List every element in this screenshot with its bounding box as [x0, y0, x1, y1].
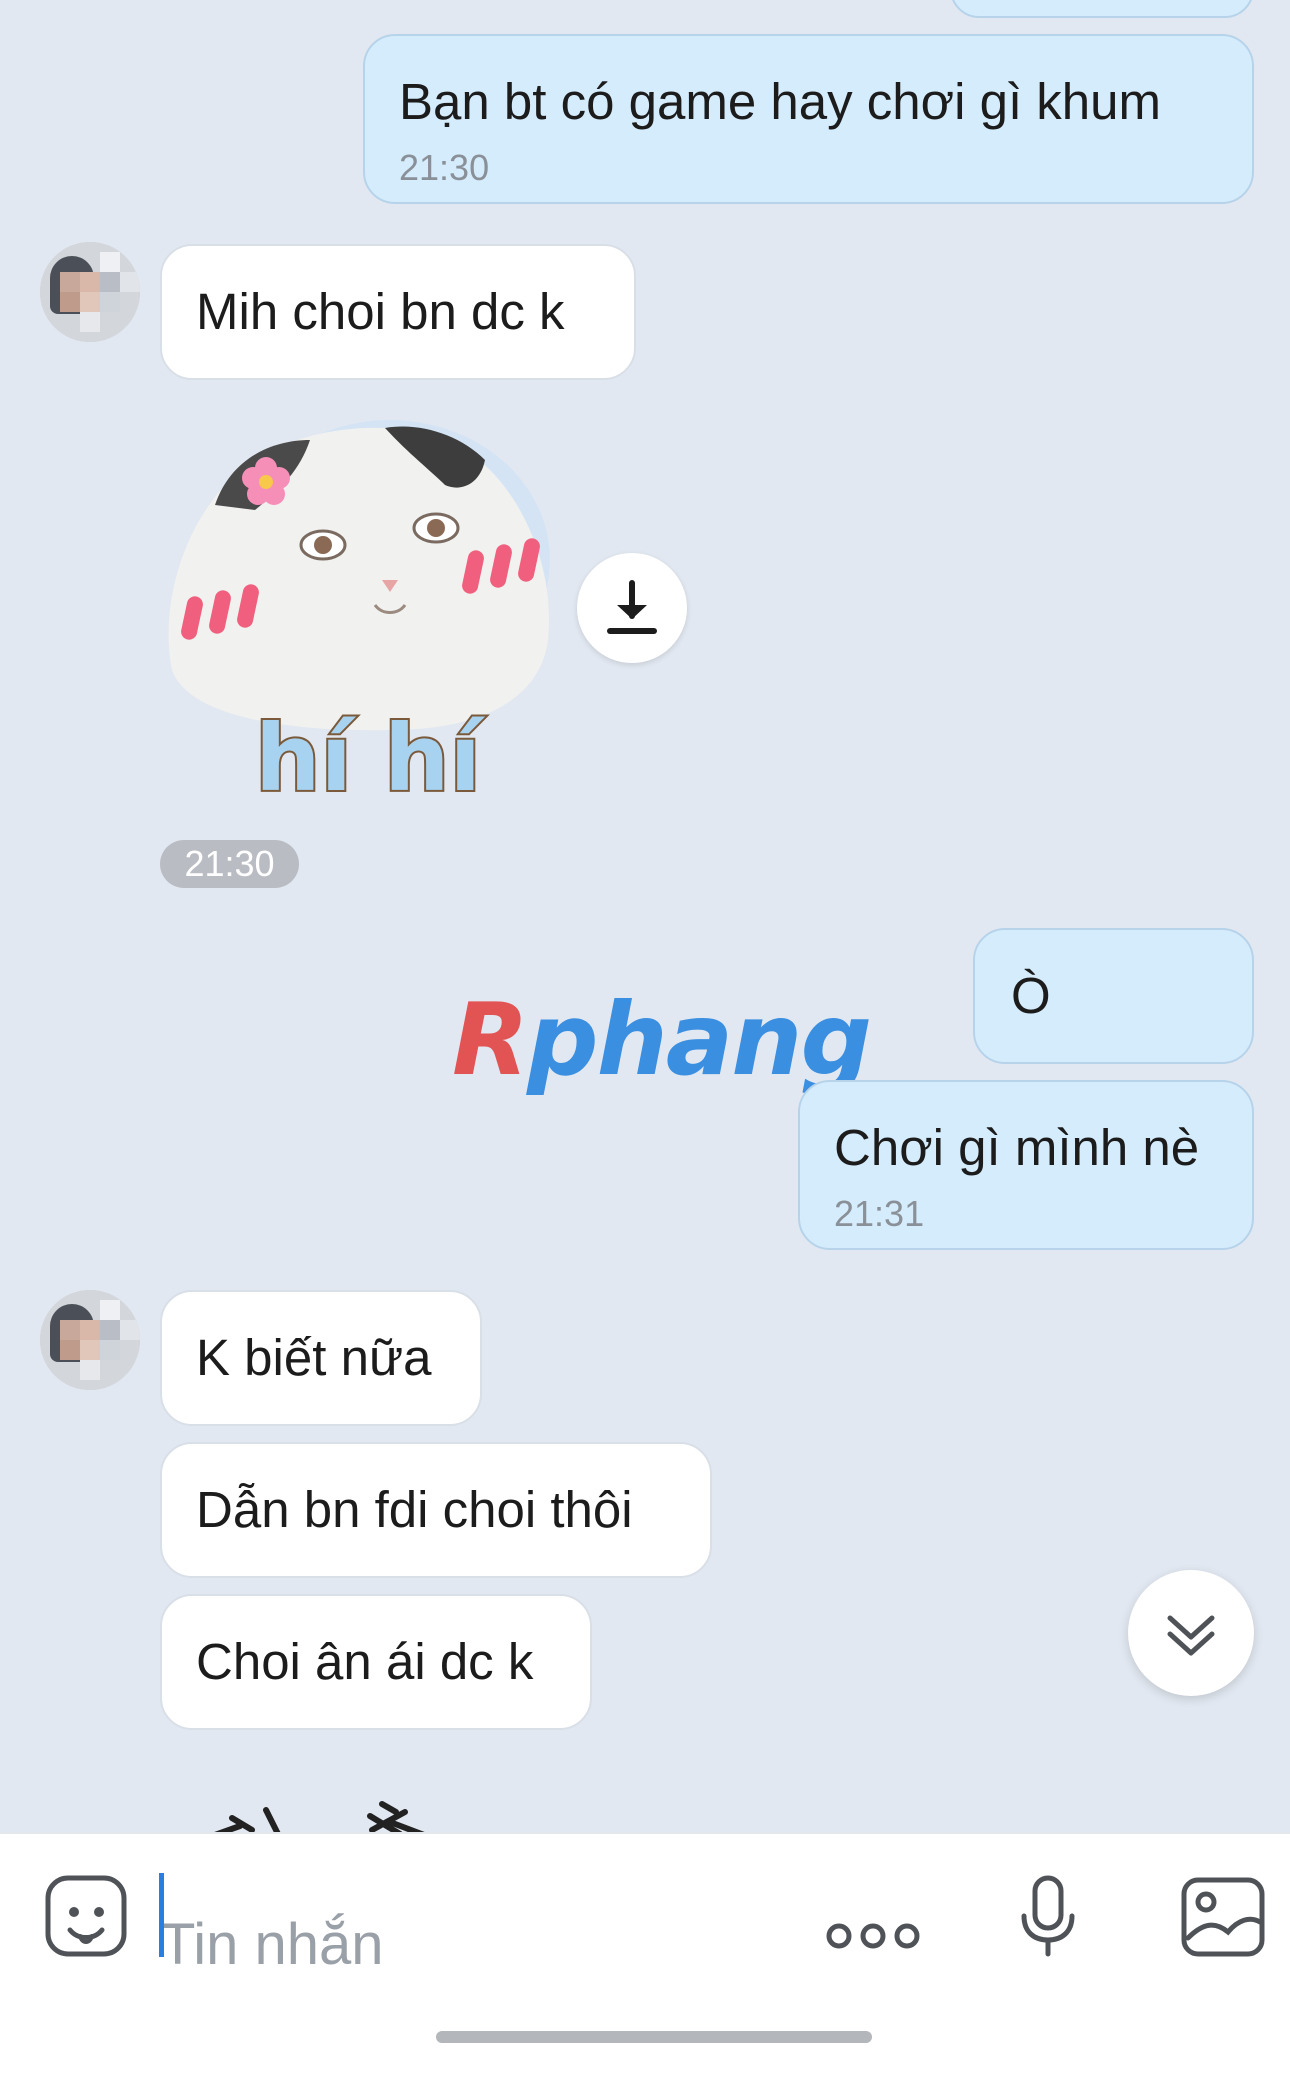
message-text: K biết nữa — [196, 1329, 432, 1386]
sticker-image[interactable]: hí hí — [160, 410, 565, 814]
message-text: Choi ân ái dc k — [196, 1633, 534, 1690]
incoming-message-bubble[interactable]: Choi ân ái dc k — [160, 1594, 592, 1730]
image-icon — [1181, 1877, 1265, 1957]
message-text: Chơi gì mình nè — [834, 1119, 1200, 1176]
outgoing-message-bubble[interactable]: Chơi gì mình nè 21:31 — [798, 1080, 1254, 1250]
scroll-to-bottom-button[interactable] — [1128, 1570, 1254, 1696]
watermark-first-letter: R — [452, 981, 529, 1098]
outgoing-message-bubble[interactable]: Bạn bt có game hay chơi gì khum 21:30 — [363, 34, 1254, 204]
contact-avatar[interactable] — [40, 1290, 140, 1390]
cat-sticker-illustration: hí hí — [168, 420, 550, 814]
outgoing-message-bubble[interactable]: Ò — [973, 928, 1254, 1064]
voice-message-button[interactable] — [1018, 1874, 1078, 1960]
watermark-rest: phang — [527, 981, 872, 1098]
watermark-logo: Rphang — [452, 985, 872, 1095]
message-text: Dẫn bn fdi choi thôi — [196, 1481, 633, 1538]
sticker-caption: hí hí — [255, 705, 486, 805]
more-options-icon — [826, 1923, 920, 1949]
message-text: Mih choi bn dc k — [196, 283, 565, 340]
chat-area[interactable]: Bạn bt có game hay chơi gì khum 21:30 Mi… — [0, 0, 1290, 1832]
sticker-button[interactable] — [44, 1874, 130, 1960]
sticker-time-badge: 21:30 — [160, 840, 299, 888]
partial-sticker[interactable] — [200, 1790, 460, 1832]
message-time: 21:30 — [399, 147, 490, 188]
partial-sticker-strokes — [214, 1801, 425, 1832]
message-text: Ò — [1011, 967, 1051, 1024]
text-cursor — [159, 1873, 164, 1957]
incoming-message-bubble[interactable]: Dẫn bn fdi choi thôi — [160, 1442, 712, 1578]
more-options-button[interactable] — [825, 1916, 921, 1956]
message-time: 21:31 — [834, 1193, 925, 1234]
message-text: Bạn bt có game hay chơi gì khum — [399, 73, 1162, 130]
send-image-button[interactable] — [1180, 1876, 1266, 1958]
message-input[interactable] — [160, 1889, 780, 1999]
contact-avatar[interactable] — [40, 242, 140, 342]
download-icon — [607, 580, 657, 634]
chevron-double-down-icon — [1167, 1615, 1215, 1656]
partial-message-bubble[interactable] — [950, 0, 1254, 18]
sticker-icon — [45, 1875, 127, 1957]
microphone-icon — [1021, 1875, 1075, 1957]
incoming-message-bubble[interactable]: K biết nữa — [160, 1290, 482, 1426]
download-sticker-button[interactable] — [577, 553, 687, 663]
home-indicator[interactable] — [436, 2031, 872, 2043]
incoming-message-bubble[interactable]: Mih choi bn dc k — [160, 244, 636, 380]
